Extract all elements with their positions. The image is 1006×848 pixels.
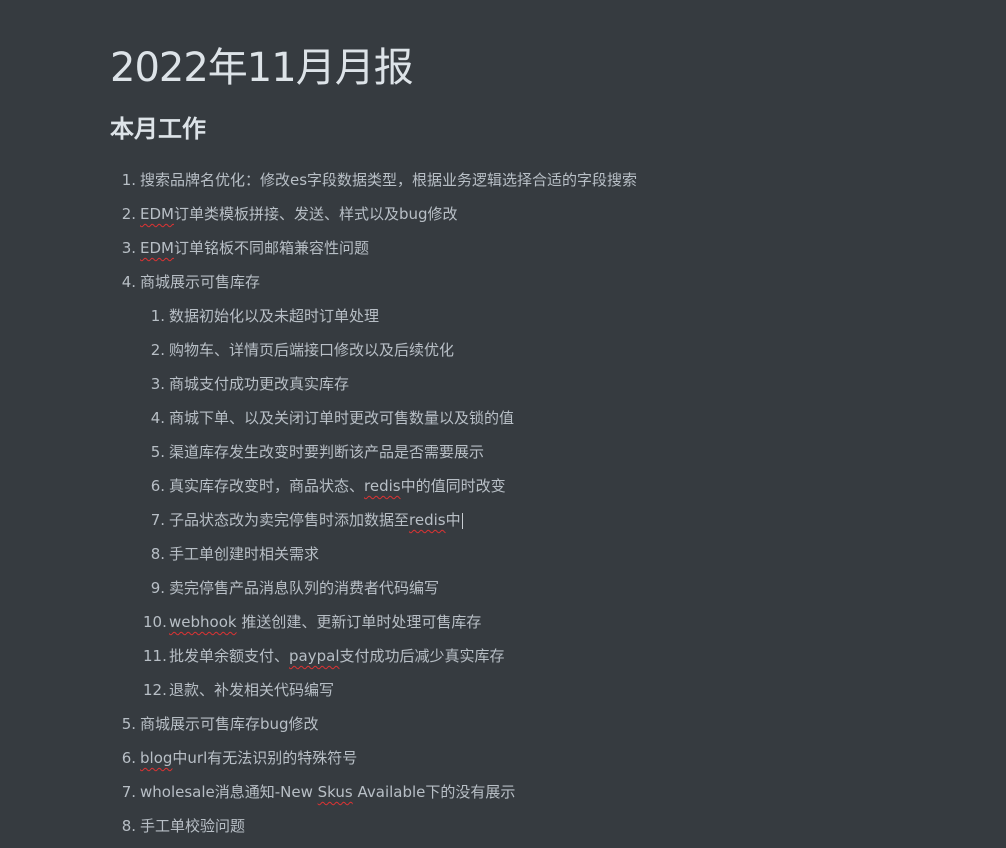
sub-list-item: 11. 批发单余额支付、paypal支付成功后减少真实库存 xyxy=(143,639,505,673)
list-number: 2. xyxy=(121,205,136,223)
list-text: 搜索品牌名优化：修改es字段数据类型，根据业务逻辑选择合适的字段搜索 xyxy=(140,171,638,189)
list-number: 7. xyxy=(150,511,165,529)
list-text: 商城展示可售库存bug修改 xyxy=(140,715,319,733)
list-number: 2. xyxy=(150,341,165,359)
list-number: 8. xyxy=(150,545,165,563)
list-text-post: 中的值同时改变 xyxy=(400,477,506,495)
list-item: 3. EDM订单铭板不同邮箱兼容性问题 xyxy=(118,231,369,265)
sub-list-item: 4. 商城下单、以及关闭订单时更改可售数量以及锁的值 xyxy=(143,401,514,435)
text-cursor xyxy=(461,512,463,529)
sub-list-item: 3. 商城支付成功更改真实库存 xyxy=(143,367,349,401)
list-text: 商城展示可售库存 xyxy=(140,273,261,291)
list-text: 卖完停售产品消息队列的消费者代码编写 xyxy=(169,579,440,597)
list-number: 12. xyxy=(143,681,167,699)
sub-list-item: 9. 卖完停售产品消息队列的消费者代码编写 xyxy=(143,571,439,605)
page-title: 2022年11月月报 xyxy=(110,45,414,91)
list-text: 商城支付成功更改真实库存 xyxy=(169,375,350,393)
list-text-post: 订单类模板拼接、发送、样式以及bug修改 xyxy=(173,205,458,223)
spellcheck-word: blog xyxy=(140,749,173,767)
list-item: 7. wholesale消息通知-New Skus Available下的没有展示 xyxy=(118,775,516,809)
list-number: 8. xyxy=(121,817,136,835)
list-text: 数据初始化以及未超时订单处理 xyxy=(169,307,380,325)
list-item: 1. 搜索品牌名优化：修改es字段数据类型，根据业务逻辑选择合适的字段搜索 xyxy=(118,163,637,197)
list-text-post: 中url有无法识别的特殊符号 xyxy=(172,749,358,767)
list-number: 3. xyxy=(121,239,136,257)
spellcheck-word: redis xyxy=(364,477,401,495)
list-number: 5. xyxy=(150,443,165,461)
spellcheck-word: paypal xyxy=(289,647,340,665)
section-heading: 本月工作 xyxy=(110,115,206,143)
spellcheck-word: webhook xyxy=(169,613,237,631)
list-text-pre: 子品状态改为卖完停售时添加数据至 xyxy=(169,511,410,529)
list-text-pre: 真实库存改变时，商品状态、 xyxy=(169,477,365,495)
list-text-post: 推送创建、更新订单时处理可售库存 xyxy=(236,613,482,631)
spellcheck-word: Skus xyxy=(317,783,353,801)
spellcheck-word: EDM xyxy=(140,239,174,257)
list-item: 4. 商城展示可售库存 xyxy=(118,265,260,299)
list-text-post: 中 xyxy=(445,511,461,529)
list-item: 5. 商城展示可售库存bug修改 xyxy=(118,707,319,741)
sub-list-item: 2. 购物车、详情页后端接口修改以及后续优化 xyxy=(143,333,454,367)
list-text: 手工单校验问题 xyxy=(140,817,246,835)
list-text: 购物车、详情页后端接口修改以及后续优化 xyxy=(169,341,455,359)
list-number: 6. xyxy=(121,749,136,767)
list-number: 4. xyxy=(121,273,136,291)
sub-list-item: 8. 手工单创建时相关需求 xyxy=(143,537,319,571)
list-text-post: 支付成功后减少真实库存 xyxy=(339,647,505,665)
list-text: 退款、补发相关代码编写 xyxy=(169,681,335,699)
list-number: 7. xyxy=(121,783,136,801)
document-editor[interactable]: 2022年11月月报 本月工作 1. 搜索品牌名优化：修改es字段数据类型，根据业… xyxy=(0,0,1006,848)
spellcheck-word: redis xyxy=(409,511,446,529)
list-number: 11. xyxy=(143,647,167,665)
list-item: 2. EDM订单类模板拼接、发送、样式以及bug修改 xyxy=(118,197,458,231)
sub-list-item: 1. 数据初始化以及未超时订单处理 xyxy=(143,299,379,333)
list-text: 渠道库存发生改变时要判断该产品是否需要展示 xyxy=(169,443,485,461)
list-number: 3. xyxy=(150,375,165,393)
list-text: 商城下单、以及关闭订单时更改可售数量以及锁的值 xyxy=(169,409,515,427)
sub-list-item: 5. 渠道库存发生改变时要判断该产品是否需要展示 xyxy=(143,435,484,469)
list-number: 4. xyxy=(150,409,165,427)
list-item: 6. blog中url有无法识别的特殊符号 xyxy=(118,741,358,775)
list-text-post: 订单铭板不同邮箱兼容性问题 xyxy=(173,239,369,257)
list-text: 手工单创建时相关需求 xyxy=(169,545,320,563)
list-number: 9. xyxy=(150,579,165,597)
sub-list-item: 7. 子品状态改为卖完停售时添加数据至redis中 xyxy=(143,503,463,537)
sub-list-item: 6. 真实库存改变时，商品状态、redis中的值同时改变 xyxy=(143,469,506,503)
list-text-pre: 批发单余额支付、 xyxy=(169,647,290,665)
list-text-pre: wholesale消息通知-New xyxy=(140,783,318,801)
list-number: 5. xyxy=(121,715,136,733)
sub-list-item: 10. webhook 推送创建、更新订单时处理可售库存 xyxy=(143,605,481,639)
list-number: 1. xyxy=(121,171,136,189)
list-number: 10. xyxy=(143,613,167,631)
list-number: 6. xyxy=(150,477,165,495)
list-number: 1. xyxy=(150,307,165,325)
sub-list-item: 12. 退款、补发相关代码编写 xyxy=(143,673,334,707)
list-text-post: Available下的没有展示 xyxy=(352,783,516,801)
list-item: 8. 手工单校验问题 xyxy=(118,809,245,843)
spellcheck-word: EDM xyxy=(140,205,174,223)
